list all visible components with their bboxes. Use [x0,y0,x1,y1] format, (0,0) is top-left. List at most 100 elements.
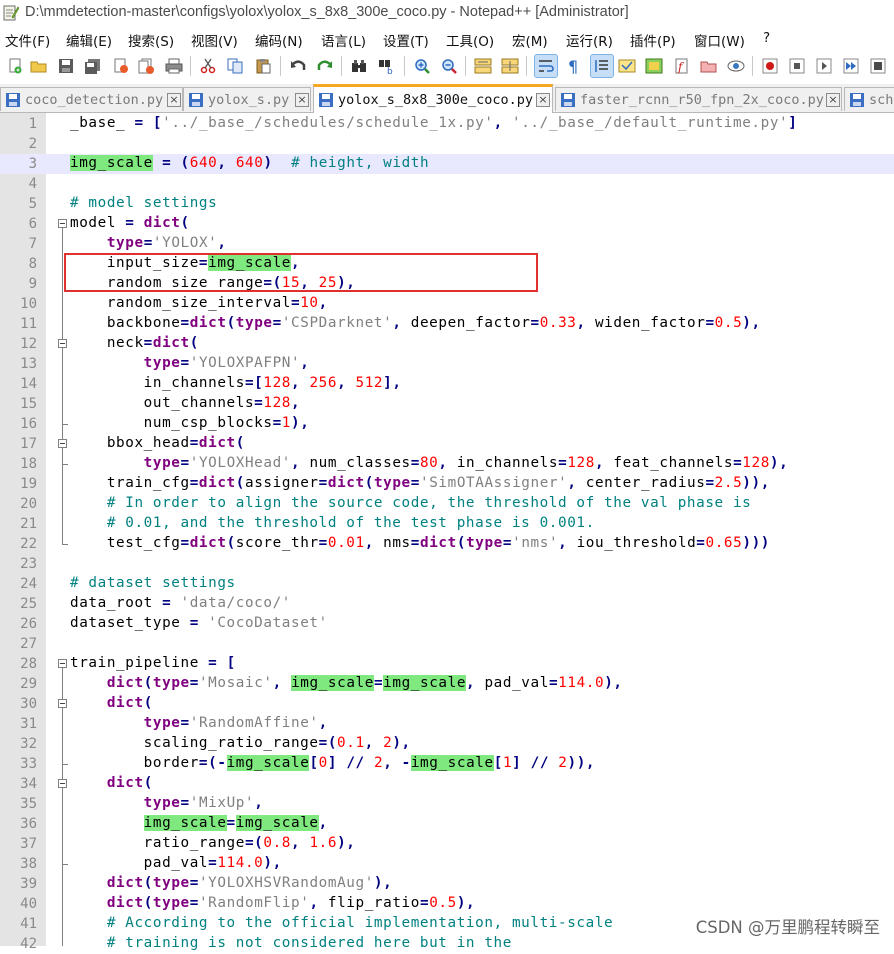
tab-yolox-s[interactable]: yolox_s.py × [183,87,311,111]
code-text[interactable]: type='MixUp', [70,795,263,811]
code-line[interactable]: 20 # In order to align the source code, … [0,494,894,514]
paste-icon[interactable] [252,55,274,77]
code-line[interactable]: 24 # dataset settings [0,574,894,594]
sync-horizontal-scroll-icon[interactable] [499,55,521,77]
code-line[interactable]: 5 # model settings [0,194,894,214]
run-macro-multiple-icon[interactable] [840,55,862,77]
undo-icon[interactable] [287,55,309,77]
code-text[interactable]: train_cfg=dict(assigner=dict(type='SimOT… [70,475,770,491]
code-line[interactable]: 6 model = dict( [0,214,894,234]
code-line[interactable]: 3 img_scale = (640, 640) # height, width [0,154,894,174]
tab-schedule[interactable]: sch [844,87,894,111]
menu-encoding[interactable]: 编码(N) [255,30,303,50]
menu-plugins[interactable]: 插件(P) [630,30,676,50]
code-text[interactable]: in_channels=[128, 256, 512], [70,375,402,391]
stop-recording-icon[interactable] [786,55,808,77]
code-text[interactable]: train_pipeline = [ [70,655,236,671]
code-line[interactable]: 39 dict(type='YOLOXHSVRandomAug'), [0,874,894,894]
new-file-icon[interactable] [4,55,26,77]
user-defined-language-icon[interactable] [616,55,638,77]
code-text[interactable]: # model settings [70,195,217,211]
code-text[interactable]: out_channels=128, [70,395,300,411]
code-text[interactable]: type='YOLOXPAFPN', [70,355,309,371]
code-line[interactable]: 4 [0,174,894,194]
fold-toggle-icon[interactable] [58,779,67,788]
code-line[interactable]: 29 dict(type='Mosaic', img_scale=img_sca… [0,674,894,694]
code-text[interactable]: neck=dict( [70,335,199,351]
redo-icon[interactable] [314,55,336,77]
monitoring-eye-icon[interactable] [725,55,747,77]
code-text[interactable]: ratio_range=(0.8, 1.6), [70,835,356,851]
code-line[interactable]: 26 dataset_type = 'CocoDataset' [0,614,894,634]
code-line[interactable]: 2 [0,134,894,154]
menu-macro[interactable]: 宏(M) [512,30,548,50]
open-file-icon[interactable] [28,55,50,77]
code-text[interactable]: scaling_ratio_range=(0.1, 2), [70,735,411,751]
code-line[interactable]: 15 out_channels=128, [0,394,894,414]
code-line[interactable]: 37 ratio_range=(0.8, 1.6), [0,834,894,854]
zoom-out-icon[interactable] [438,55,460,77]
function-list-icon[interactable]: f [671,55,693,77]
save-all-icon[interactable] [82,55,104,77]
code-text[interactable]: random_size_interval=10, [70,295,328,311]
fold-toggle-icon[interactable] [58,219,67,228]
find-icon[interactable] [348,55,370,77]
tab-close-icon[interactable]: × [536,93,550,107]
zoom-in-icon[interactable] [411,55,433,77]
code-line[interactable]: 38 pad_val=114.0), [0,854,894,874]
code-line[interactable]: 21 # 0.01, and the threshold of the test… [0,514,894,534]
code-text[interactable]: dict(type='RandomFlip', flip_ratio=0.5), [70,895,475,911]
show-all-characters-icon[interactable]: ¶ [562,55,584,77]
save-icon[interactable] [55,55,77,77]
code-line[interactable]: 30 dict( [0,694,894,714]
code-text[interactable]: img_scale = (640, 640) # height, width [70,155,429,171]
code-text[interactable]: type='YOLOXHead', num_classes=80, in_cha… [70,455,788,471]
code-line[interactable]: 31 type='RandomAffine', [0,714,894,734]
code-text[interactable]: type='YOLOX', [70,235,227,251]
code-line[interactable]: 27 [0,634,894,654]
save-macro-icon[interactable] [867,55,889,77]
code-line[interactable]: 11 backbone=dict(type='CSPDarknet', deep… [0,314,894,334]
code-line[interactable]: 22 test_cfg=dict(score_thr=0.01, nms=dic… [0,534,894,554]
record-macro-icon[interactable] [759,55,781,77]
code-text[interactable]: dict( [70,695,153,711]
menu-run[interactable]: 运行(R) [566,30,613,50]
code-text[interactable]: model = dict( [70,215,190,231]
tab-coco-detection[interactable]: coco_detection.py × [0,87,183,111]
code-text[interactable]: # dataset settings [70,575,236,591]
code-line[interactable]: 13 type='YOLOXPAFPN', [0,354,894,374]
code-line[interactable]: 18 type='YOLOXHead', num_classes=80, in_… [0,454,894,474]
code-line[interactable]: 33 border=(-img_scale[0] // 2, -img_scal… [0,754,894,774]
menu-file[interactable]: 文件(F) [5,30,50,50]
code-text[interactable]: test_cfg=dict(score_thr=0.01, nms=dict(t… [70,535,770,551]
code-line[interactable]: 17 bbox_head=dict( [0,434,894,454]
menu-window[interactable]: 窗口(W) [694,30,745,50]
close-all-icon[interactable] [136,55,158,77]
print-icon[interactable] [163,55,185,77]
code-text[interactable]: # According to the official implementati… [70,915,613,931]
copy-icon[interactable] [224,55,246,77]
code-line[interactable]: 36 img_scale=img_scale, [0,814,894,834]
indent-guide-icon[interactable] [590,54,614,78]
code-line[interactable]: 25 data_root = 'data/coco/' [0,594,894,614]
tab-yolox-s-8x8-300e-coco[interactable]: yolox_s_8x8_300e_coco.py × [313,84,553,113]
menu-tools[interactable]: 工具(O) [446,30,494,50]
code-text[interactable]: type='RandomAffine', [70,715,328,731]
code-line[interactable]: 12 neck=dict( [0,334,894,354]
menu-settings[interactable]: 设置(T) [383,30,429,50]
code-text[interactable]: _base_ = ['../_base_/schedules/schedule_… [70,115,797,131]
code-line[interactable]: 23 [0,554,894,574]
folder-as-workspace-icon[interactable] [698,55,720,77]
cut-icon[interactable] [197,55,219,77]
menu-search[interactable]: 搜索(S) [128,30,174,50]
tab-close-icon[interactable]: × [167,93,181,107]
replace-icon[interactable]: b [376,55,398,77]
playback-macro-icon[interactable] [813,55,835,77]
code-text[interactable]: bbox_head=dict( [70,435,245,451]
document-map-icon[interactable] [643,55,665,77]
menu-help[interactable]: ? [763,30,770,46]
code-text[interactable]: border=(-img_scale[0] // 2, -img_scale[1… [70,755,595,771]
code-text[interactable]: # 0.01, and the threshold of the test ph… [70,515,595,531]
code-line[interactable]: 19 train_cfg=dict(assigner=dict(type='Si… [0,474,894,494]
code-line[interactable]: 16 num_csp_blocks=1), [0,414,894,434]
